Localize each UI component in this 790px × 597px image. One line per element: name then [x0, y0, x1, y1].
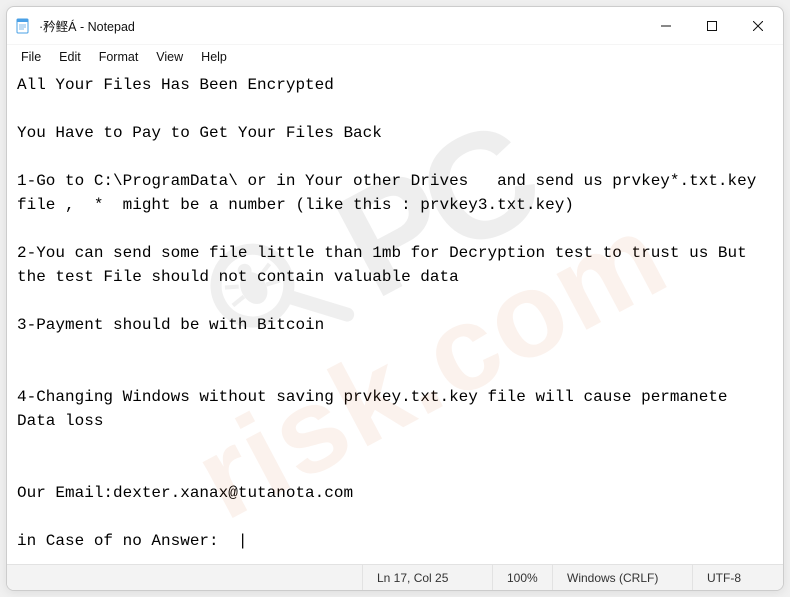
minimize-button[interactable] — [643, 7, 689, 45]
text-line: in Case of no Answer: — [17, 532, 238, 550]
text-line: 2-You can send some file little than 1mb… — [17, 244, 756, 286]
status-zoom: 100% — [493, 565, 553, 590]
text-line: 4-Changing Windows without saving prvkey… — [17, 388, 737, 430]
close-button[interactable] — [735, 7, 781, 45]
menu-file[interactable]: File — [13, 48, 49, 66]
window-title: ·矜鲣Á - Notepad — [39, 16, 643, 35]
menu-bar: File Edit Format View Help — [7, 45, 783, 69]
notepad-icon — [15, 18, 31, 34]
status-encoding: UTF-8 — [693, 565, 783, 590]
status-cursor-position: Ln 17, Col 25 — [363, 565, 493, 590]
text-line: You Have to Pay to Get Your Files Back — [17, 124, 382, 142]
menu-format[interactable]: Format — [91, 48, 147, 66]
caret-icon: | — [238, 532, 248, 550]
text-editor[interactable]: All Your Files Has Been Encrypted You Ha… — [7, 69, 783, 564]
text-line: Our Email:dexter.xanax@tutanota.com — [17, 484, 353, 502]
maximize-button[interactable] — [689, 7, 735, 45]
menu-edit[interactable]: Edit — [51, 48, 89, 66]
title-bar[interactable]: ·矜鲣Á - Notepad — [7, 7, 783, 45]
status-line-ending: Windows (CRLF) — [553, 565, 693, 590]
text-line: 1-Go to C:\ProgramData\ or in Your other… — [17, 172, 776, 214]
menu-help[interactable]: Help — [193, 48, 235, 66]
status-spacer — [7, 565, 363, 590]
text-line: 3-Payment should be with Bitcoin — [17, 316, 324, 334]
window-controls — [643, 7, 781, 45]
notepad-window: ·矜鲣Á - Notepad File Edit Format View Hel… — [6, 6, 784, 591]
status-bar: Ln 17, Col 25 100% Windows (CRLF) UTF-8 — [7, 564, 783, 590]
text-line: All Your Files Has Been Encrypted — [17, 76, 334, 94]
menu-view[interactable]: View — [148, 48, 191, 66]
